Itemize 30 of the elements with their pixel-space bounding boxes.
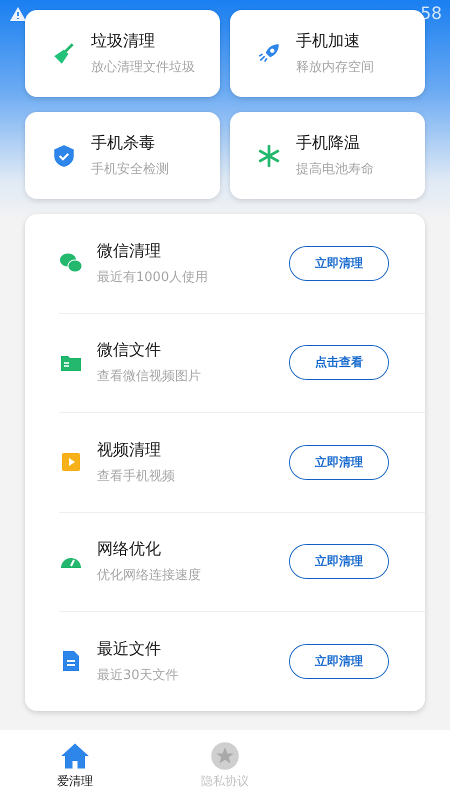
action-button[interactable]: 立即清理 [289,544,389,580]
row-title: 最近文件 [97,638,162,660]
nav-tab[interactable]: 爱清理 [57,772,93,790]
row-title: 微信文件 [97,340,162,362]
feature-card[interactable]: 垃圾清理 放心清理文件垃圾 [25,10,220,97]
card-title: 垃圾清理 [91,31,156,52]
card-title: 手机加速 [296,31,361,52]
row-title: 微信清理 [97,240,162,262]
feature-card[interactable]: 手机杀毒 手机安全检测 [25,112,220,199]
row-subtitle: 优化网络连接速度 [97,567,202,584]
card-subtitle: 释放内存空间 [296,59,374,76]
action-button[interactable]: 立即清理 [289,644,389,679]
action-button[interactable]: 立即清理 [289,246,389,281]
card-subtitle: 放心清理文件垃圾 [91,59,195,76]
feature-card[interactable]: 手机降温 提高电池寿命 [230,112,425,199]
row-subtitle: 查看手机视频 [97,468,176,485]
row-subtitle: 查看微信视频图片 [97,368,202,386]
row-subtitle: 最近有1000人使用 [97,268,210,286]
row-subtitle: 最近30天文件 [97,666,180,684]
card-subtitle: 提高电池寿命 [296,161,374,178]
card-title: 手机降温 [296,133,361,154]
snowflake-icon [256,142,282,168]
home-icon [60,740,90,770]
action-button[interactable]: 立即清理 [289,444,389,480]
row-title: 视频清理 [97,440,162,461]
card-subtitle: 手机安全检测 [91,161,169,178]
warning-icon [10,7,26,21]
card-title: 手机杀毒 [91,133,156,154]
action-button[interactable]: 点击查看 [289,345,389,380]
row-title: 网络优化 [97,539,162,560]
